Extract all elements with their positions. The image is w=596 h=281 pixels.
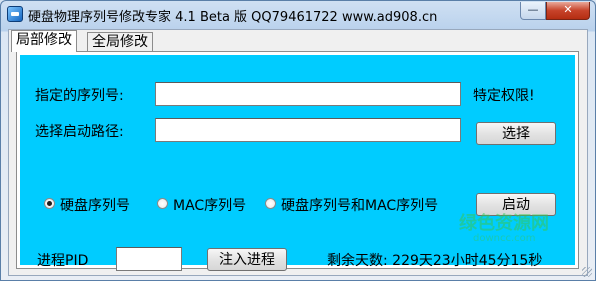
pid-input[interactable] [116, 247, 182, 271]
remaining-time-label: 剩余天数: 229天23小时45分15秒 [327, 253, 543, 269]
option-label: MAC序列号 [173, 198, 247, 214]
pid-label: 进程PID [37, 253, 89, 269]
path-input[interactable] [155, 118, 461, 142]
radio-selected-icon[interactable] [44, 198, 55, 209]
radio-icon[interactable] [157, 198, 168, 209]
watermark-logo: 绿色资源网 [459, 213, 549, 234]
special-rights-label: 特定权限! [473, 88, 535, 104]
resize-grip-icon[interactable] [582, 267, 592, 277]
close-button[interactable]: ✕ [546, 2, 590, 20]
watermark-url: downcc.com [473, 233, 536, 244]
serial-label: 指定的序列号: [35, 88, 124, 104]
serial-input[interactable] [155, 82, 461, 106]
option-label: 硬盘序列号和MAC序列号 [281, 198, 439, 214]
path-label: 选择启动路径: [35, 124, 124, 140]
option-label: 硬盘序列号 [60, 198, 130, 214]
inject-process-button[interactable]: 注入进程 [207, 248, 287, 271]
window-title: 硬盘物理序列号修改专家 4.1 Beta 版 QQ79461722 www.ad… [28, 10, 438, 25]
app-icon [7, 6, 23, 22]
main-window: 硬盘物理序列号修改专家 4.1 Beta 版 QQ79461722 www.ad… [0, 0, 596, 281]
title-bar[interactable]: 硬盘物理序列号修改专家 4.1 Beta 版 QQ79461722 www.ad… [1, 1, 595, 27]
tab-local-modify[interactable]: 局部修改 [11, 30, 77, 52]
tab-global-modify[interactable]: 全局修改 [87, 32, 153, 52]
minimize-button[interactable]: — [520, 2, 546, 20]
browse-button[interactable]: 选择 [476, 122, 556, 145]
radio-icon[interactable] [265, 198, 276, 209]
